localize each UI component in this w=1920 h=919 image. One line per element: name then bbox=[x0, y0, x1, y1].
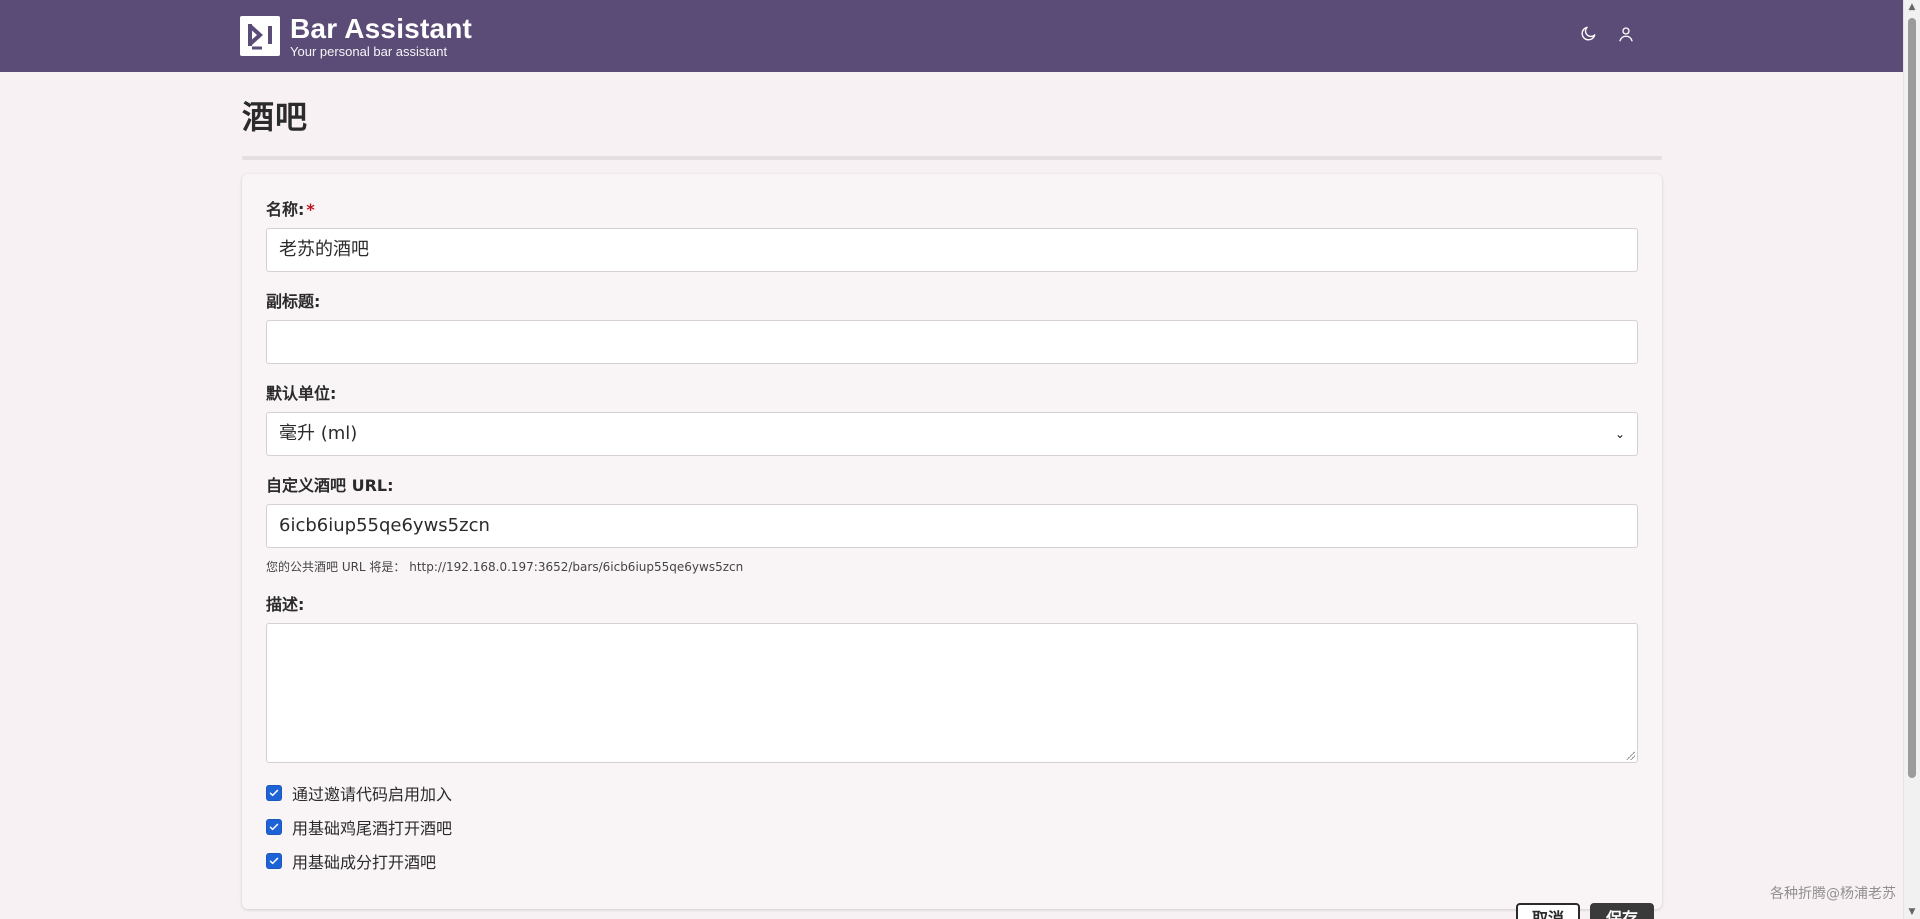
public-url-help: 您的公共酒吧 URL 将是： http://192.168.0.197:3652… bbox=[266, 560, 744, 574]
app-subtitle: Your personal bar assistant bbox=[290, 43, 448, 59]
required-asterisk: * bbox=[306, 200, 315, 219]
bar-form-card: 名称: * 老苏的酒吧 副标题: 默认单位: 毫升 (ml) ⌄ 自定义酒吧 UR… bbox=[242, 174, 1662, 909]
chevron-down-icon: ⌄ bbox=[1614, 427, 1625, 441]
page-title: 酒吧 bbox=[242, 98, 309, 136]
scroll-down-icon[interactable]: ▼ bbox=[1907, 907, 1917, 917]
subtitle-label: 副标题: bbox=[266, 292, 321, 311]
field-default-unit: 默认单位: 毫升 (ml) ⌄ bbox=[266, 380, 1638, 456]
options-checkboxes: 通过邀请代码启用加入 用基础鸡尾酒打开酒吧 用基础成分打开酒吧 bbox=[266, 781, 1638, 873]
textarea-resize-grip-icon[interactable] bbox=[1625, 750, 1635, 760]
name-label-text: 名称: bbox=[266, 200, 305, 219]
checkbox-checked-icon[interactable] bbox=[266, 785, 282, 801]
description-label: 描述: bbox=[266, 595, 305, 614]
custom-url-input[interactable]: 6icb6iup55qe6yws5zcn bbox=[266, 504, 1638, 548]
cancel-button[interactable]: 取消 bbox=[1516, 903, 1581, 919]
moon-icon[interactable] bbox=[1578, 24, 1598, 44]
save-button[interactable]: 保存 bbox=[1590, 903, 1655, 919]
default-unit-selected: 毫升 (ml) bbox=[279, 423, 358, 444]
checkbox-checked-icon[interactable] bbox=[266, 819, 282, 835]
checkbox-base-cocktails[interactable]: 用基础鸡尾酒打开酒吧 bbox=[266, 815, 1638, 839]
checkbox-checked-icon[interactable] bbox=[266, 853, 282, 869]
checkbox-label: 用基础成分打开酒吧 bbox=[292, 853, 437, 872]
name-label: 名称: * bbox=[266, 196, 1638, 220]
custom-url-label: 自定义酒吧 URL: bbox=[266, 476, 394, 495]
field-custom-url: 自定义酒吧 URL: 6icb6iup55qe6yws5zcn 您的公共酒吧 U… bbox=[266, 472, 1638, 575]
app-viewport: Bar Assistant Your personal bar assistan… bbox=[0, 0, 1920, 919]
subtitle-input[interactable] bbox=[266, 320, 1638, 364]
vertical-scrollbar[interactable]: ▲ ▼ bbox=[1903, 0, 1920, 919]
checkbox-base-ingredients[interactable]: 用基础成分打开酒吧 bbox=[266, 849, 1638, 873]
default-unit-label: 默认单位: bbox=[266, 384, 337, 403]
scroll-up-icon[interactable]: ▲ bbox=[1907, 2, 1917, 12]
checkbox-invite-code[interactable]: 通过邀请代码启用加入 bbox=[266, 781, 1638, 805]
watermark-text: 各种折腾@杨浦老苏 bbox=[1770, 886, 1896, 902]
app-title: Bar Assistant bbox=[290, 12, 473, 44]
main-content: 酒吧 名称: * 老苏的酒吧 副标题: 默认单位: 毫升 (ml) ⌄ 自定义酒… bbox=[242, 72, 1662, 919]
title-divider bbox=[242, 156, 1662, 160]
field-subtitle: 副标题: bbox=[266, 288, 1638, 364]
checkbox-label: 用基础鸡尾酒打开酒吧 bbox=[292, 819, 453, 838]
field-name: 名称: * 老苏的酒吧 bbox=[266, 196, 1638, 272]
name-input[interactable]: 老苏的酒吧 bbox=[266, 228, 1638, 272]
field-description: 描述: bbox=[266, 591, 1638, 763]
brand-text: Bar Assistant Your personal bar assistan… bbox=[290, 12, 473, 59]
default-unit-select[interactable]: 毫升 (ml) ⌄ bbox=[266, 412, 1638, 456]
description-textarea[interactable] bbox=[266, 623, 1638, 763]
header-actions bbox=[1578, 24, 1636, 44]
top-nav: Bar Assistant Your personal bar assistan… bbox=[0, 0, 1904, 72]
checkbox-label: 通过邀请代码启用加入 bbox=[292, 785, 453, 804]
bar-assistant-logo-icon bbox=[240, 16, 280, 56]
user-icon[interactable] bbox=[1616, 24, 1636, 44]
brand[interactable]: Bar Assistant Your personal bar assistan… bbox=[240, 12, 473, 59]
form-actions: 取消 保存 bbox=[1516, 903, 1655, 919]
scrollbar-thumb[interactable] bbox=[1908, 18, 1916, 778]
